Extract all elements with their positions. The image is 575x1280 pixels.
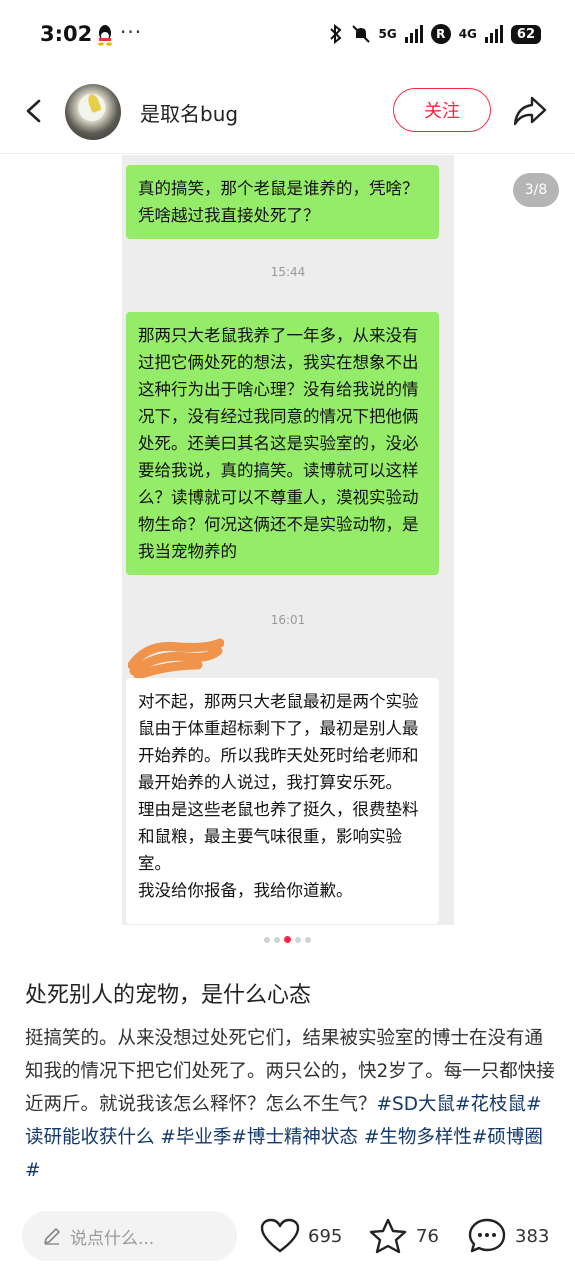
battery-level: 62 [510,24,541,44]
chat-message-sent: 那两只大老鼠我养了一年多，从来没有过把它俩处死的想法，我实在想象不出这种行为出于… [126,312,439,575]
hashtag[interactable]: #花枝鼠 [455,1094,526,1115]
hashtag[interactable]: #生物多样性 [364,1127,472,1148]
carousel-dot[interactable] [274,936,280,943]
more-notifications-icon: ··· [120,20,143,44]
like-count: 695 [308,1225,343,1247]
carousel-dot[interactable] [264,936,270,943]
status-bar: 3:02 ··· 5G R 4G 62 [0,0,575,70]
star-icon [369,1218,407,1254]
post-title: 处死别人的宠物，是什么心态 [25,983,312,1008]
image-page-indicator: 3/8 [513,173,559,207]
signal-4g-icon [484,25,503,43]
hashtag[interactable]: #SD大鼠 [377,1094,456,1115]
bluetooth-icon [329,24,341,44]
bottom-action-bar: 说点什么... 695 76 383 [0,1200,575,1280]
chat-screenshot: 真的搞笑，那个老鼠是谁养的，凭啥？凭啥越过我直接处死了？ 15:44 那两只大老… [122,155,454,925]
status-time: 3:02 [40,22,93,46]
follow-button[interactable]: 关注 [393,88,491,132]
favorite-count: 76 [416,1225,439,1247]
network-4g-label: 4G [458,27,477,41]
author-username[interactable]: 是取名bug [140,98,238,127]
back-arrow-icon[interactable] [20,96,50,126]
hashtag[interactable]: #毕业季 [160,1127,231,1148]
post-body: 挺搞笑的。从来没想过处死它们，结果被实验室的博士在没有通知我的情况下把它们处死了… [25,1022,555,1187]
like-button[interactable]: 695 [260,1216,342,1256]
chat-message-received: 对不起，那两只大老鼠最初是两个实验鼠由于体重超标剩下了，最初是别人最开始养的。所… [126,678,439,924]
comment-placeholder: 说点什么... [70,1228,155,1249]
qq-icon [98,25,112,46]
signal-5g-icon [404,25,423,43]
chat-timestamp: 15:44 [270,265,306,279]
author-avatar[interactable] [65,84,121,140]
comment-bubble-icon [468,1218,506,1253]
status-icons: 5G R 4G 62 [329,20,541,48]
carousel-dot[interactable] [305,936,311,943]
carousel-dot[interactable] [295,936,301,943]
favorite-button[interactable]: 76 [368,1216,439,1256]
carousel-dot-active[interactable] [284,936,291,943]
comments-button[interactable]: 383 [467,1216,549,1256]
heart-icon [260,1218,300,1253]
post-header: 是取名bug 关注 [0,70,575,154]
image-carousel-dots[interactable] [0,936,575,943]
network-5g-label: 5G [378,27,397,41]
redaction-scribble [128,638,224,680]
hashtag[interactable]: #博士精神状态 [231,1127,358,1148]
pencil-icon [44,1228,60,1245]
mute-bell-icon [351,25,370,43]
comment-count: 383 [515,1225,550,1247]
roaming-badge: R [430,24,451,44]
chat-timestamp: 16:01 [270,613,306,627]
post-image[interactable]: 真的搞笑，那个老鼠是谁养的，凭啥？凭啥越过我直接处死了？ 15:44 那两只大老… [0,155,575,925]
share-icon[interactable] [512,94,548,128]
chat-message-sent: 真的搞笑，那个老鼠是谁养的，凭啥？凭啥越过我直接处死了？ [126,165,439,239]
comment-input[interactable]: 说点什么... [22,1211,237,1261]
